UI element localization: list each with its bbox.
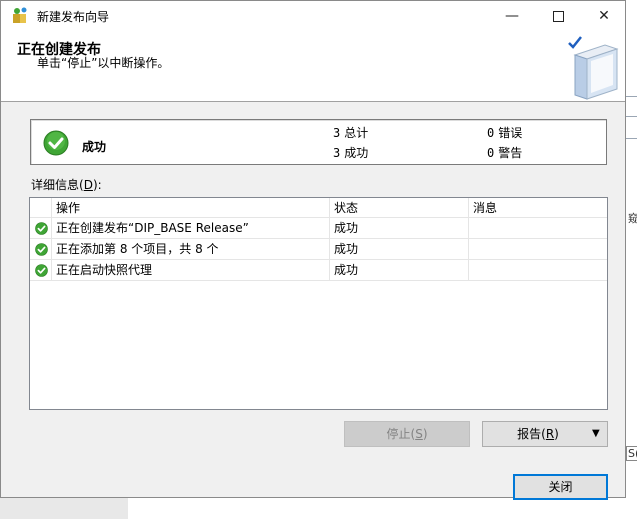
background-text-fragment: 窥	[628, 212, 637, 225]
check-circle-icon	[35, 222, 48, 235]
check-circle-icon	[35, 264, 48, 277]
minimize-icon: —	[505, 8, 519, 24]
maximize-icon	[552, 10, 564, 22]
row-status: 成功	[330, 239, 469, 260]
table-row[interactable]: 正在添加第 8 个项目，共 8 个 成功	[30, 239, 607, 260]
table-row[interactable]: 正在启动快照代理 成功	[30, 260, 607, 281]
details-list[interactable]: 操作 状态 消息 正在创建发布“DIP_BASE Release” 成功 正在添…	[29, 197, 608, 410]
row-message	[469, 218, 607, 239]
background-text-fragment-2: S(	[626, 446, 637, 461]
stop-button[interactable]: 停止(S)	[344, 421, 470, 447]
report-button-label: 报告(R)	[517, 427, 559, 441]
minimize-button[interactable]: —	[489, 1, 535, 31]
column-header-action[interactable]: 操作	[52, 198, 330, 218]
row-action: 正在添加第 8 个项目，共 8 个	[52, 239, 330, 260]
book-icon	[568, 36, 619, 100]
row-status: 成功	[330, 260, 469, 281]
close-icon: ✕	[598, 8, 610, 24]
row-message	[469, 239, 607, 260]
details-label: 详细信息(D):	[31, 178, 102, 192]
total-count: 3 总计	[333, 126, 369, 140]
row-action: 正在启动快照代理	[52, 260, 330, 281]
page-subtitle: 单击“停止”以中断操作。	[37, 56, 170, 70]
close-window-button[interactable]: ✕	[581, 1, 627, 31]
wizard-header: 正在创建发布 单击“停止”以中断操作。	[1, 31, 625, 102]
column-header-status[interactable]: 状态	[330, 198, 469, 218]
title-bar[interactable]: 新建发布向导 — ✕	[1, 1, 625, 31]
report-button[interactable]: 报告(R) ▼	[482, 421, 608, 447]
check-circle-icon	[35, 243, 48, 256]
background-app-right: 窥 S(	[626, 0, 637, 519]
summary-status: 成功	[82, 140, 107, 154]
summary-panel: 成功 3 总计 3 成功 0 错误 0 警告	[30, 119, 607, 165]
row-message	[469, 260, 607, 281]
new-publication-wizard-dialog: 新建发布向导 — ✕ 正在创建发布 单击“停止”以中断操作。 成功 3 总计 3成…	[0, 0, 626, 500]
check-circle-icon	[43, 130, 69, 156]
window-title: 新建发布向导	[37, 10, 110, 24]
chevron-down-icon[interactable]: ▼	[592, 422, 600, 446]
column-header-message[interactable]: 消息	[469, 198, 607, 218]
column-header-icon[interactable]	[30, 198, 52, 218]
close-button[interactable]: 关闭	[513, 474, 608, 500]
error-count: 0 错误	[487, 126, 523, 140]
maximize-button[interactable]	[535, 1, 581, 31]
table-row[interactable]: 正在创建发布“DIP_BASE Release” 成功	[30, 218, 607, 239]
app-icon	[13, 7, 27, 23]
success-count: 3 成功	[333, 146, 369, 160]
background-app-bottom	[0, 498, 637, 519]
row-action: 正在创建发布“DIP_BASE Release”	[52, 218, 330, 239]
warning-count: 0 警告	[487, 146, 523, 160]
row-status: 成功	[330, 218, 469, 239]
